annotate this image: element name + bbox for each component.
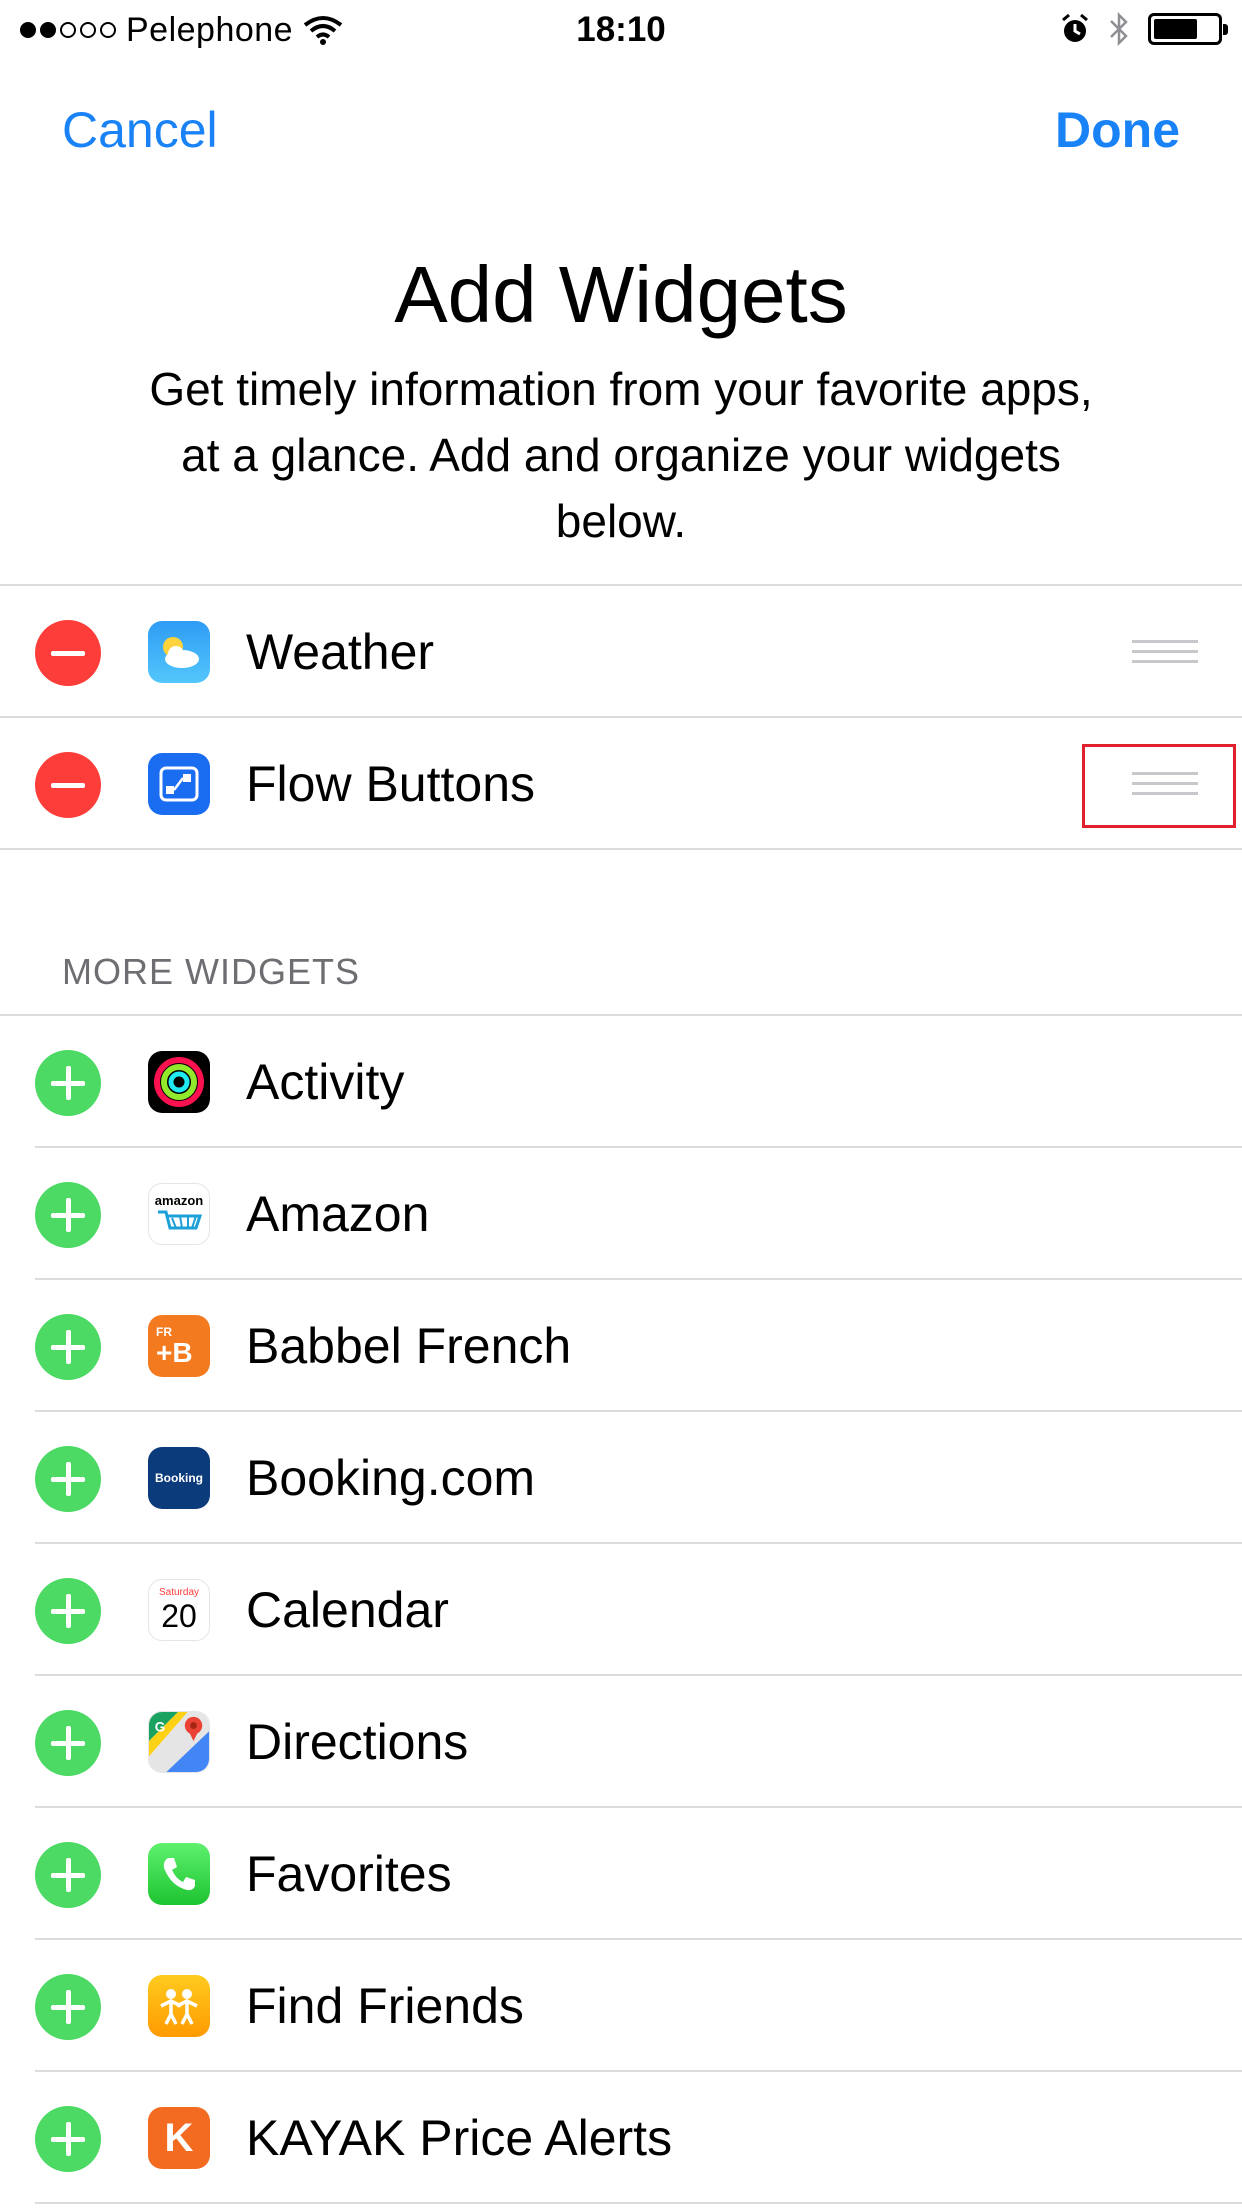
- battery-icon: [1148, 13, 1228, 45]
- widget-row-activity: Activity: [0, 1016, 1242, 1148]
- widget-label: Calendar: [246, 1582, 449, 1638]
- weather-icon: [148, 621, 210, 683]
- babbel-icon-text2: +B: [156, 1337, 193, 1368]
- widget-row-weather: Weather: [0, 586, 1242, 718]
- status-time: 18:10: [576, 10, 666, 49]
- add-button[interactable]: [35, 1182, 101, 1248]
- amazon-icon: amazon: [148, 1183, 210, 1245]
- remove-button[interactable]: [35, 752, 101, 818]
- remove-button[interactable]: [35, 620, 101, 686]
- add-button[interactable]: [35, 2106, 101, 2172]
- add-button[interactable]: [35, 1050, 101, 1116]
- phone-icon: [148, 1843, 210, 1905]
- amazon-icon-text: amazon: [154, 1193, 204, 1208]
- widget-row-booking: Booking Booking.com: [0, 1412, 1242, 1544]
- widget-row-babbel-french: FR +B Babbel French: [0, 1280, 1242, 1412]
- flow-buttons-icon: [148, 753, 210, 815]
- widget-label: Favorites: [246, 1846, 452, 1902]
- kayak-icon: K: [148, 2107, 210, 2169]
- alarm-icon: [1062, 13, 1088, 42]
- widget-row-amazon: amazon Amazon: [0, 1148, 1242, 1280]
- highlight-box: [1082, 744, 1236, 828]
- directions-icon: G: [148, 1711, 210, 1773]
- widget-row-flow-buttons: Flow Buttons: [0, 718, 1242, 850]
- calendar-icon-date: 20: [161, 1598, 197, 1634]
- add-button[interactable]: [35, 1974, 101, 2040]
- widget-row-favorites: Favorites: [0, 1808, 1242, 1940]
- bluetooth-icon: [1110, 12, 1128, 46]
- booking-icon-text: Booking: [155, 1471, 203, 1485]
- active-widgets-list: Weather Flow Buttons: [0, 584, 1242, 850]
- add-button[interactable]: [35, 1578, 101, 1644]
- widget-label: Directions: [246, 1714, 469, 1770]
- widget-label: Weather: [246, 624, 435, 680]
- reorder-handle-icon[interactable]: [1132, 640, 1198, 664]
- status-right: [1060, 12, 1228, 46]
- widget-label: Flow Buttons: [246, 756, 536, 812]
- status-bar: Pelephone 18:10: [0, 0, 1242, 60]
- widget-label: Booking.com: [246, 1450, 536, 1506]
- widget-label: KAYAK Price Alerts: [246, 2110, 673, 2166]
- add-button[interactable]: [35, 1314, 101, 1380]
- widget-label: Amazon: [246, 1186, 430, 1242]
- find-friends-icon: [148, 1975, 210, 2037]
- battery-level: [1154, 19, 1197, 39]
- page-title: Add Widgets: [394, 250, 848, 339]
- kayak-icon-text: K: [164, 2116, 194, 2160]
- widget-row-directions: G Directions: [0, 1676, 1242, 1808]
- widget-label: Babbel French: [246, 1318, 572, 1374]
- babbel-icon: FR +B: [148, 1315, 210, 1377]
- calendar-icon: Saturday 20: [148, 1579, 210, 1641]
- page-subtitle: Get timely information from your favorit…: [149, 363, 1093, 547]
- add-button[interactable]: [35, 1710, 101, 1776]
- activity-icon: [148, 1051, 210, 1113]
- add-button[interactable]: [35, 1842, 101, 1908]
- more-widgets-list: Activity amazon Amazon FR +B Babbel Fren…: [0, 1014, 1242, 2204]
- done-button[interactable]: Done: [1055, 100, 1180, 160]
- section-header-more-widgets: MORE WIDGETS: [62, 951, 360, 992]
- widget-row-kayak: K KAYAK Price Alerts: [0, 2072, 1242, 2204]
- widget-row-find-friends: Find Friends: [0, 1940, 1242, 2072]
- widget-label: Find Friends: [246, 1978, 524, 2034]
- cancel-button[interactable]: Cancel: [62, 100, 218, 160]
- widget-row-calendar: Saturday 20 Calendar: [0, 1544, 1242, 1676]
- widget-label: Activity: [246, 1054, 405, 1110]
- add-button[interactable]: [35, 1446, 101, 1512]
- svg-text:G: G: [155, 1719, 166, 1734]
- booking-icon: Booking: [148, 1447, 210, 1509]
